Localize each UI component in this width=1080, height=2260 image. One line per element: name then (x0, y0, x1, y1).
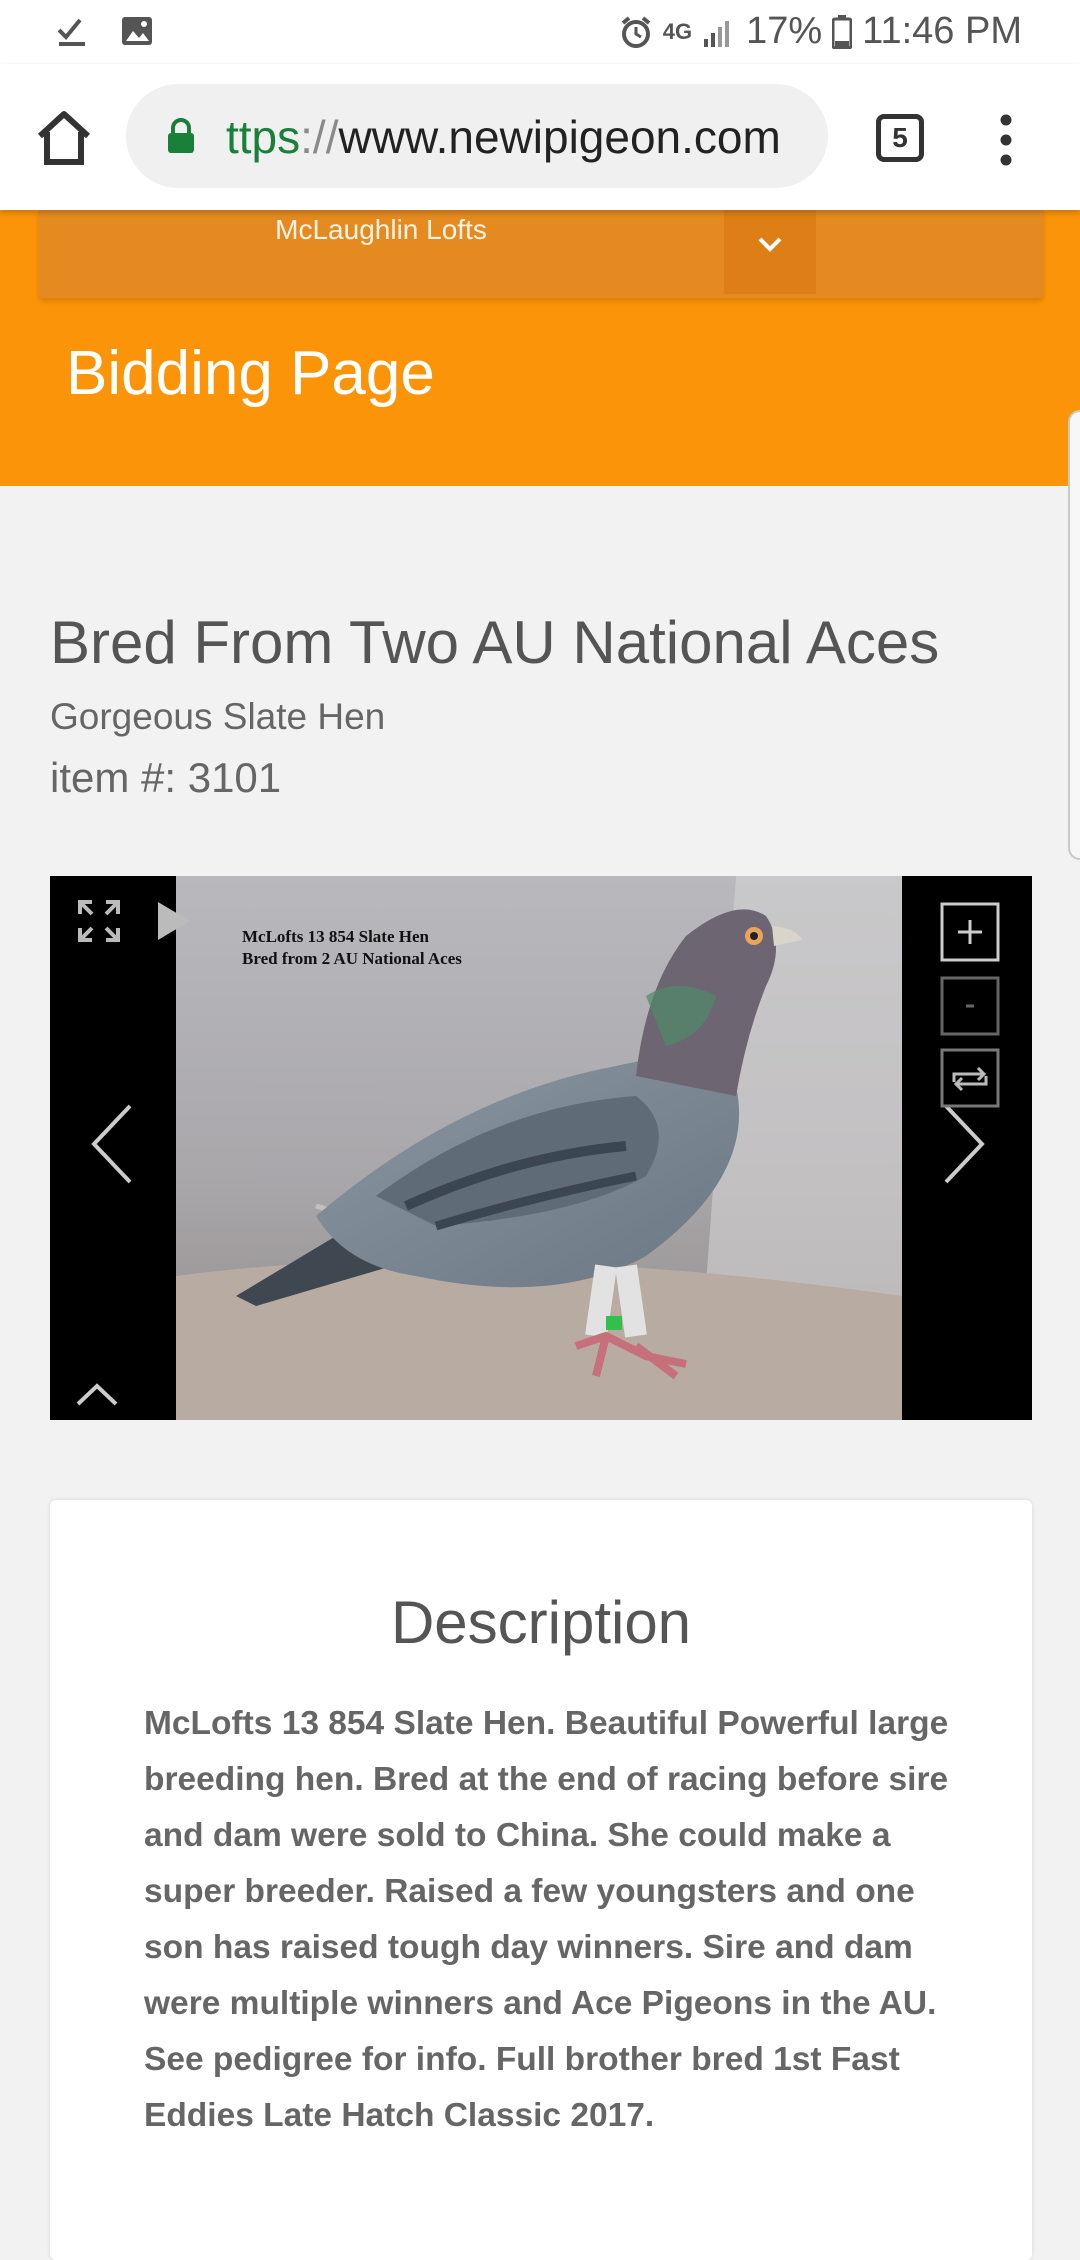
dropdown-toggle[interactable] (724, 210, 816, 294)
play-icon[interactable] (154, 898, 194, 944)
clock-time: 11:46 PM (862, 10, 1022, 52)
tab-switcher-button[interactable]: 5 (876, 114, 924, 162)
next-arrow-icon[interactable] (942, 1102, 986, 1186)
prev-arrow-icon[interactable] (90, 1102, 134, 1186)
loft-select-dropdown[interactable]: McLaughlin Lofts (38, 210, 1044, 298)
rotate-icon[interactable] (940, 1048, 1000, 1108)
chevron-down-icon (758, 237, 782, 252)
url-scheme: ttps (226, 111, 301, 163)
download-done-icon (57, 18, 85, 46)
image-icon (122, 17, 152, 45)
url-text: ttps://www.newipigeon.com (226, 110, 781, 164)
address-bar[interactable]: ttps://www.newipigeon.com (126, 84, 828, 188)
description-heading: Description (390, 1589, 692, 1656)
network-type: 4G (662, 18, 693, 44)
signal-icon (704, 20, 730, 47)
url-host: www.newipigeon.com (338, 111, 781, 163)
caption-line-2: Bred from 2 AU National Aces (242, 949, 462, 968)
url-separator: :// (300, 111, 339, 163)
item-title: Bred From Two AU National Aces (50, 609, 940, 676)
page-header: McLaughlin Lofts Bidding Page (0, 210, 1080, 486)
fullscreen-icon[interactable] (76, 898, 122, 944)
side-scroll-tab[interactable] (1068, 410, 1080, 860)
description-text: McLofts 13 854 Slate Hen. Beautiful Powe… (144, 1705, 949, 2134)
loft-select-label: McLaughlin Lofts (275, 214, 487, 245)
collapse-icon[interactable] (74, 1380, 120, 1408)
lock-icon (168, 118, 194, 153)
description-card: Description McLofts 13 854 Slate Hen. Be… (50, 1500, 1032, 2260)
image-gallery: McLofts 13 854 Slate Hen Bred from 2 AU … (50, 876, 1032, 1420)
photo-caption: McLofts 13 854 Slate Hen Bred from 2 AU … (242, 926, 462, 970)
item-subtitle: Gorgeous Slate Hen (50, 696, 386, 737)
alarm-icon (621, 15, 651, 48)
pigeon-photo[interactable]: McLofts 13 854 Slate Hen Bred from 2 AU … (176, 876, 902, 1420)
zoom-out-icon[interactable] (940, 976, 1000, 1036)
item-number: item #: 3101 (50, 754, 282, 801)
overflow-menu-icon[interactable] (988, 112, 1024, 168)
caption-line-1: McLofts 13 854 Slate Hen (242, 927, 429, 946)
browser-toolbar: ttps://www.newipigeon.com 5 (0, 64, 1080, 210)
battery-percent: 17% (746, 10, 823, 52)
home-icon[interactable] (32, 106, 96, 170)
zoom-in-icon[interactable] (940, 902, 1000, 962)
battery-icon (832, 14, 853, 49)
page-title: Bidding Page (66, 339, 435, 408)
status-bar: 4G 17% 11:46 PM (0, 0, 1080, 64)
